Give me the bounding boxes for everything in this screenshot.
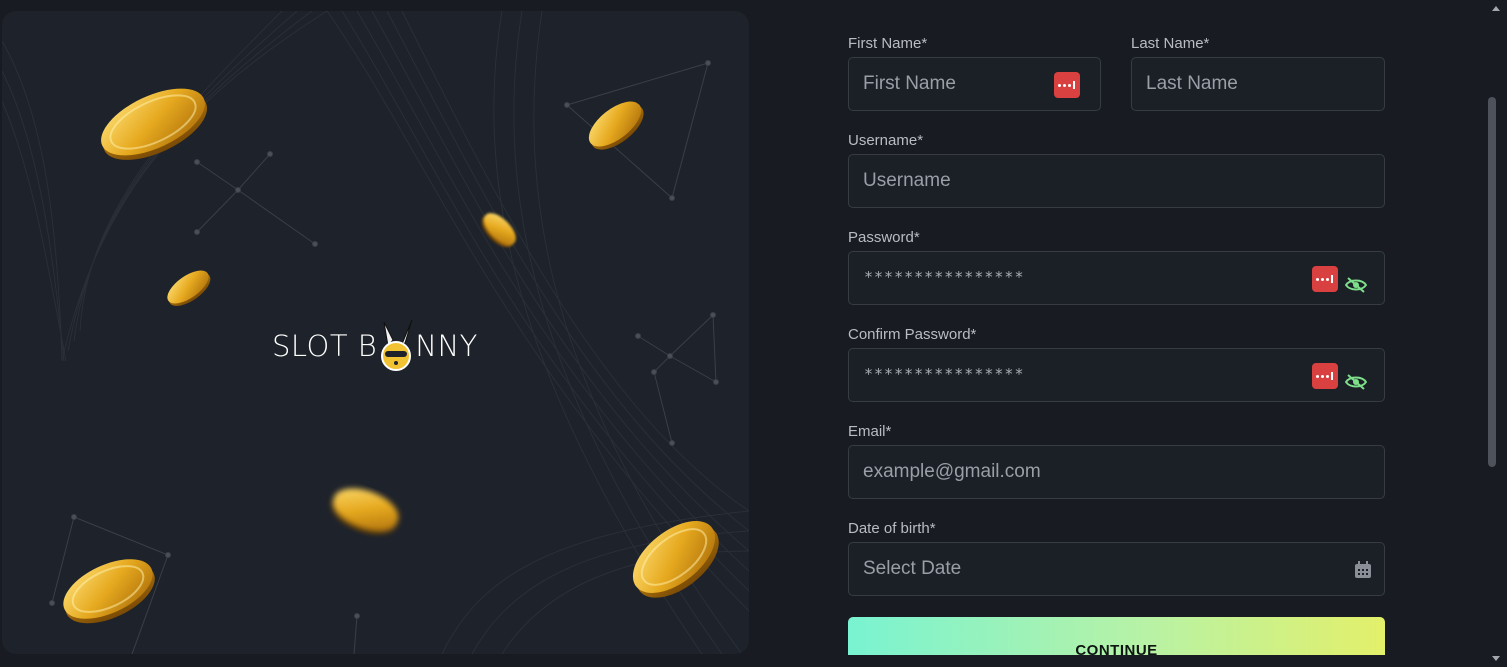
slot-bunny-logo: SLOT B NNY — [272, 316, 478, 376]
scroll-up-arrow-icon[interactable] — [1492, 6, 1500, 11]
scrollbar-thumb[interactable] — [1488, 97, 1496, 467]
logo-text-right: NNY — [415, 329, 478, 363]
bunny-logo-icon — [378, 316, 414, 376]
password-manager-icon[interactable] — [1054, 72, 1080, 98]
scroll-down-arrow-icon[interactable] — [1492, 656, 1500, 661]
last-name-label: Last Name* — [1131, 35, 1210, 52]
last-name-input[interactable] — [1146, 58, 1371, 110]
confirm-password-label: Confirm Password* — [848, 326, 977, 343]
username-label: Username* — [848, 132, 924, 149]
password-manager-icon[interactable] — [1312, 363, 1338, 389]
coin-bottom-right — [632, 521, 719, 598]
eye-off-icon[interactable] — [1345, 277, 1367, 293]
email-label: Email* — [848, 423, 892, 440]
first-name-field[interactable] — [848, 57, 1101, 111]
page-scrollbar[interactable] — [1486, 0, 1507, 667]
hero-panel: SLOT B NNY — [2, 11, 749, 654]
dob-label: Date of birth* — [848, 520, 936, 537]
page-bottom-edge — [760, 655, 1490, 667]
confirm-password-value[interactable]: **************** — [864, 365, 1025, 383]
first-name-input[interactable] — [863, 58, 1043, 110]
username-input[interactable] — [863, 155, 1363, 207]
logo-text-left: SLOT B — [272, 329, 378, 363]
email-input[interactable] — [863, 446, 1363, 498]
first-name-label: First Name* — [848, 35, 928, 52]
coin-blurred-bottom — [332, 488, 399, 534]
confirm-password-field[interactable]: **************** — [848, 348, 1385, 402]
last-name-field[interactable] — [1131, 57, 1385, 111]
coin-bottom-left — [63, 559, 155, 624]
dob-field[interactable] — [848, 542, 1385, 596]
registration-form: First Name* Last Name* Username* Passwor… — [848, 0, 1385, 667]
coin-left-mid — [167, 270, 211, 306]
email-field[interactable] — [848, 445, 1385, 499]
calendar-icon[interactable] — [1354, 561, 1372, 579]
password-label: Password* — [848, 229, 920, 246]
password-value[interactable]: **************** — [864, 268, 1025, 286]
username-field[interactable] — [848, 154, 1385, 208]
dob-input[interactable] — [863, 543, 1333, 595]
password-field[interactable]: **************** — [848, 251, 1385, 305]
eye-off-icon[interactable] — [1345, 374, 1367, 390]
password-manager-icon[interactable] — [1312, 266, 1338, 292]
